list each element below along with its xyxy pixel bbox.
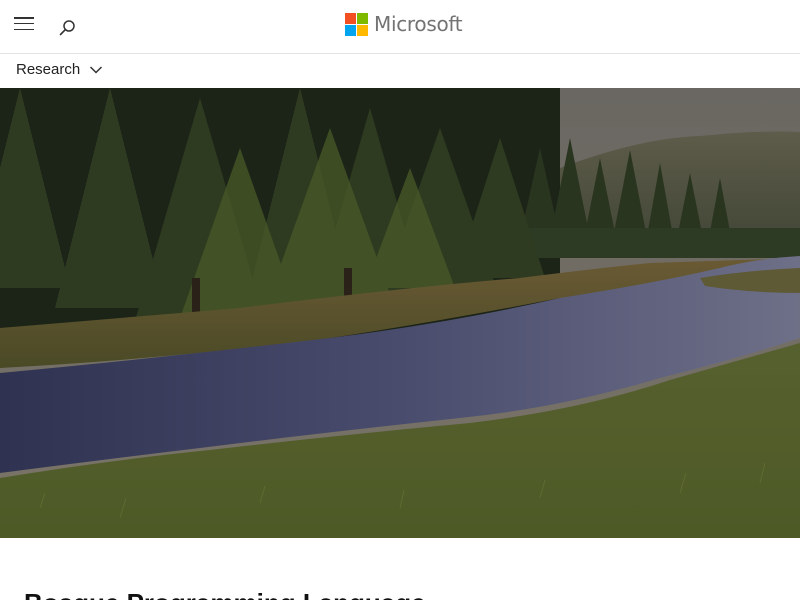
logo-square-yellow	[357, 24, 368, 36]
search-icon[interactable]	[56, 17, 78, 39]
logo-square-red	[345, 12, 356, 24]
main-content: Bosque Programming Language	[0, 538, 800, 600]
research-subnav: Research	[0, 54, 800, 88]
top-navigation-bar: Microsoft	[0, 0, 800, 54]
logo-square-green	[357, 12, 368, 24]
brand-name: Microsoft	[374, 12, 463, 36]
chevron-down-icon	[90, 65, 103, 74]
hero-image	[0, 88, 800, 538]
page-title: Bosque Programming Language	[24, 588, 426, 600]
research-menu-button[interactable]: Research	[16, 61, 103, 78]
microsoft-logo-icon	[345, 12, 368, 36]
microsoft-logo-link[interactable]: Microsoft	[345, 12, 463, 36]
research-menu-label: Research	[16, 61, 81, 78]
hamburger-menu-icon[interactable]	[14, 17, 36, 33]
logo-square-blue	[345, 24, 356, 36]
